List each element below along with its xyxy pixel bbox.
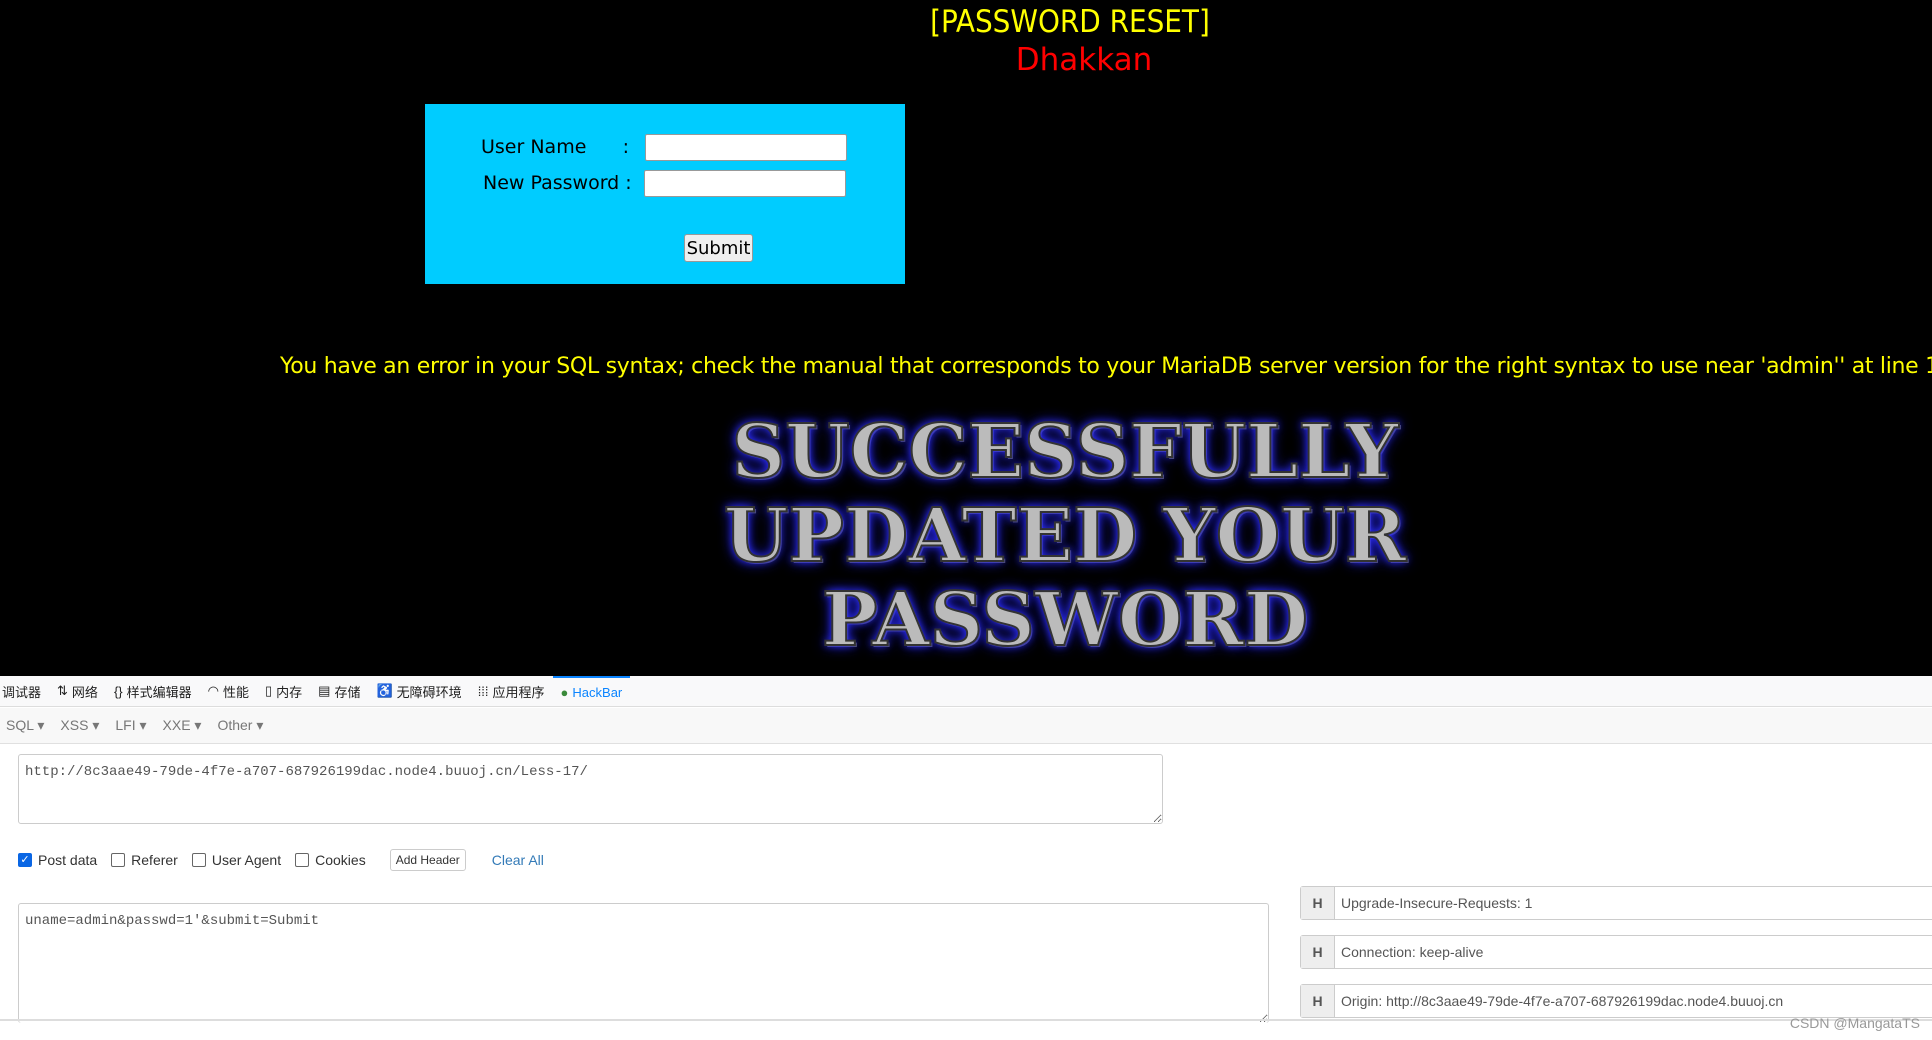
checkbox-3[interactable] [295, 853, 310, 867]
checkbox-0[interactable]: ✓ [18, 853, 32, 867]
checkbox-label: Cookies [315, 852, 366, 868]
header-row[interactable]: H Origin: http://8c3aae49-79de-4f7e-a707-… [1300, 984, 1932, 1018]
header-value[interactable]: Upgrade-Insecure-Requests: 1 [1335, 887, 1532, 919]
checkbox-label: User Agent [211, 852, 282, 868]
tab-label: 性能 [222, 684, 249, 700]
hackbar-menu-item[interactable]: LFI ▾ [109, 717, 156, 734]
tab-label: 无障碍环境 [396, 684, 462, 700]
tab-label: 存储 [334, 684, 361, 700]
devtools-tab-6[interactable]: ♿ 无障碍环境 [368, 676, 469, 707]
devtools-tab-5[interactable]: ▤ 存储 [310, 676, 368, 707]
devtools-tab-4[interactable]: ▯ 内存 [257, 676, 310, 707]
reset-form: User Name : New Password : Submit [425, 104, 905, 284]
submit-button[interactable]: Submit [684, 234, 753, 262]
tab-icon: ◠ [207, 683, 219, 698]
devtools-tab-7[interactable]: ⁞⁞⁞ 应用程序 [470, 676, 553, 707]
add-header-button[interactable]: Add Header [389, 849, 466, 871]
header-row[interactable]: H Connection: keep-alive [1300, 935, 1932, 969]
hackbar-menu: SQL ▾ XSS ▾ LFI ▾ XXE ▾ Other ▾ [0, 708, 1932, 744]
checkbox-1[interactable] [111, 853, 126, 867]
devtools-tab-2[interactable]: {} 样式编辑器 [106, 676, 200, 707]
clear-all-link[interactable]: Clear All [492, 852, 544, 868]
header-toggle[interactable]: H [1301, 985, 1335, 1017]
devtools-tab-3[interactable]: ◠ 性能 [200, 676, 257, 707]
tab-icon: {} [113, 683, 123, 699]
header-value[interactable]: Connection: keep-alive [1335, 936, 1483, 968]
web-page: [PASSWORD RESET] Dhakkan User Name : New… [0, 0, 1932, 676]
tab-label: 应用程序 [492, 684, 545, 700]
tab-label: 内存 [276, 684, 303, 700]
watermark: CSDN @MangataTS [1789, 1015, 1920, 1031]
header-toggle[interactable]: H [1301, 936, 1335, 968]
tab-icon: ▤ [318, 683, 331, 698]
tab-label: 网络 [71, 684, 98, 700]
options-row: ✓ Post data Referer User Agent Cookies Add He… [18, 849, 544, 871]
devtools-toolbar: 调试器 ⇅ 网络{} 样式编辑器 ◠ 性能 ▯ 内存 ▤ 存储 ♿ 无障碍环境 ⁞⁞⁞ 应用程序 ● Hack… [0, 675, 1932, 707]
page-title: [PASSWORD RESET] [930, 4, 1210, 40]
header-toggle[interactable]: H [1301, 887, 1335, 919]
success-image: SUCCESSFULLY UPDATED YOUR PASSWORD [723, 409, 1407, 663]
devtools-tab-1[interactable]: ⇅ 网络 [49, 676, 106, 707]
post-data-textarea[interactable]: uname=admin&passwd=1'&submit=Submit [18, 903, 1269, 1023]
header-row[interactable]: H Upgrade-Insecure-Requests: 1 [1300, 886, 1932, 920]
tab-icon: ⁞⁞⁞ [477, 683, 489, 699]
devtools-tab-8[interactable]: ● HackBar [552, 675, 631, 707]
page-subtitle: Dhakkan [1015, 42, 1153, 78]
password-label: New Password : [483, 172, 632, 194]
tab-icon: ⇅ [57, 683, 68, 698]
tab-icon: ♿ [376, 683, 393, 698]
tab-icon: ▯ [265, 683, 273, 698]
devtools-tab-0[interactable]: 调试器 [0, 676, 49, 707]
tab-label: 样式编辑器 [126, 684, 192, 700]
url-textarea[interactable]: http://8c3aae49-79de-4f7e-a707-687926199… [18, 754, 1163, 824]
hackbar-menu-item[interactable]: XXE ▾ [157, 717, 212, 734]
divider [0, 1019, 1932, 1021]
new-password-input[interactable] [644, 170, 846, 197]
tab-label: HackBar [572, 684, 623, 700]
sql-error-message: You have an error in your SQL syntax; ch… [280, 354, 1932, 379]
checkbox-2[interactable] [191, 853, 206, 867]
checkbox-label: Post data [38, 852, 98, 868]
hackbar-menu-item[interactable]: XSS ▾ [54, 717, 109, 734]
tab-icon: ● [560, 684, 569, 700]
username-label: User Name : [481, 136, 630, 158]
header-value[interactable]: Origin: http://8c3aae49-79de-4f7e-a707-6… [1335, 985, 1783, 1017]
hackbar-menu-item[interactable]: Other ▾ [211, 717, 273, 734]
username-input[interactable] [645, 134, 847, 161]
checkbox-label: Referer [131, 852, 178, 868]
tab-label: 调试器 [2, 684, 42, 700]
hackbar-menu-item[interactable]: SQL ▾ [0, 717, 54, 734]
